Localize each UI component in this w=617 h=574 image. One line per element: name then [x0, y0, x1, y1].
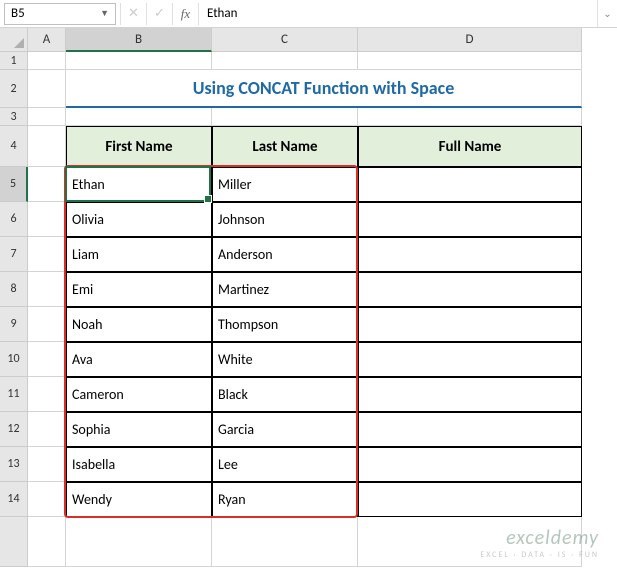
spreadsheet: A B C D 1 2 3 4 5 6 7 8 9 10 11 12 13 14 [0, 28, 617, 574]
name-box-dropdown-icon[interactable]: ▼ [100, 8, 109, 19]
cell-b15[interactable] [66, 517, 212, 567]
header-last-name[interactable]: Last Name [212, 126, 358, 167]
row-header-15[interactable] [0, 517, 28, 567]
cell-d9[interactable] [358, 307, 582, 342]
cell-d14[interactable] [358, 482, 582, 517]
cell-a14[interactable] [28, 482, 66, 517]
row-header-3[interactable]: 3 [0, 108, 28, 126]
name-box-value: B5 [11, 6, 100, 21]
cell-d3[interactable] [358, 108, 582, 126]
cell-b14[interactable]: Wendy [66, 482, 212, 517]
formula-input[interactable]: Ethan [198, 3, 597, 25]
cell-a15[interactable] [28, 517, 66, 567]
cell-d1[interactable] [358, 52, 582, 70]
enter-button: ✓ [146, 3, 172, 25]
formula-bar: B5 ▼ ✕ ✓ fx Ethan ⌄ [0, 0, 617, 28]
col-header-b[interactable]: B [66, 28, 212, 52]
cell-d5[interactable] [358, 167, 582, 202]
cell-d6[interactable] [358, 202, 582, 237]
row-header-14[interactable]: 14 [0, 482, 28, 517]
cell-c12[interactable]: Garcia [212, 412, 358, 447]
cell-b6[interactable]: Olivia [66, 202, 212, 237]
cell-a1[interactable] [28, 52, 66, 70]
cell-b3[interactable] [66, 108, 212, 126]
cell-b12[interactable]: Sophia [66, 412, 212, 447]
watermark-main: exceldemy [480, 526, 599, 550]
cell-a5[interactable] [28, 167, 66, 202]
cell-a2[interactable] [28, 70, 66, 108]
cell-a12[interactable] [28, 412, 66, 447]
cell-c15[interactable] [212, 517, 358, 567]
cell-a10[interactable] [28, 342, 66, 377]
cell-c5[interactable]: Miller [212, 167, 358, 202]
cell-d7[interactable] [358, 237, 582, 272]
col-header-a[interactable]: A [28, 28, 66, 52]
cell-c3[interactable] [212, 108, 358, 126]
cell-a3[interactable] [28, 108, 66, 126]
expand-formula-bar-icon[interactable]: ⌄ [597, 0, 617, 27]
cell-b1[interactable] [66, 52, 212, 70]
cell-d13[interactable] [358, 447, 582, 482]
header-full-name[interactable]: Full Name [358, 126, 582, 167]
title-cell[interactable]: Using CONCAT Function with Space [66, 70, 582, 108]
cell-b8[interactable]: Emi [66, 272, 212, 307]
cell-b13[interactable]: Isabella [66, 447, 212, 482]
row-header-4[interactable]: 4 [0, 126, 28, 167]
row-header-9[interactable]: 9 [0, 307, 28, 342]
cell-d12[interactable] [358, 412, 582, 447]
row-header-10[interactable]: 10 [0, 342, 28, 377]
cell-a13[interactable] [28, 447, 66, 482]
col-header-c[interactable]: C [212, 28, 358, 52]
row-header-11[interactable]: 11 [0, 377, 28, 412]
cell-b9[interactable]: Noah [66, 307, 212, 342]
col-header-d[interactable]: D [358, 28, 582, 52]
cell-d11[interactable] [358, 377, 582, 412]
watermark-sub: EXCEL · DATA · IS · FUN [480, 550, 599, 560]
cell-a8[interactable] [28, 272, 66, 307]
cell-c8[interactable]: Martinez [212, 272, 358, 307]
cell-a11[interactable] [28, 377, 66, 412]
cell-c14[interactable]: Ryan [212, 482, 358, 517]
name-box[interactable]: B5 ▼ [4, 3, 116, 25]
cancel-button: ✕ [120, 3, 146, 25]
row-header-5[interactable]: 5 [0, 167, 28, 202]
cell-d8[interactable] [358, 272, 582, 307]
cell-b7[interactable]: Liam [66, 237, 212, 272]
formula-text: Ethan [207, 6, 237, 21]
cell-b10[interactable]: Ava [66, 342, 212, 377]
cell-a4[interactable] [28, 126, 66, 167]
cell-c6[interactable]: Johnson [212, 202, 358, 237]
cell-c9[interactable]: Thompson [212, 307, 358, 342]
row-header-1[interactable]: 1 [0, 52, 28, 70]
cell-a9[interactable] [28, 307, 66, 342]
row-header-7[interactable]: 7 [0, 237, 28, 272]
row-header-2[interactable]: 2 [0, 70, 28, 108]
cell-c1[interactable] [212, 52, 358, 70]
row-header-8[interactable]: 8 [0, 272, 28, 307]
header-first-name[interactable]: First Name [66, 126, 212, 167]
row-header-12[interactable]: 12 [0, 412, 28, 447]
cell-b5[interactable]: Ethan [66, 167, 212, 202]
select-all-corner[interactable] [0, 28, 28, 52]
cell-d10[interactable] [358, 342, 582, 377]
row-header-6[interactable]: 6 [0, 202, 28, 237]
watermark: exceldemy EXCEL · DATA · IS · FUN [480, 526, 599, 560]
row-header-13[interactable]: 13 [0, 447, 28, 482]
cell-a7[interactable] [28, 237, 66, 272]
cell-c7[interactable]: Anderson [212, 237, 358, 272]
cell-c13[interactable]: Lee [212, 447, 358, 482]
cell-a6[interactable] [28, 202, 66, 237]
insert-function-button[interactable]: fx [172, 3, 198, 25]
fx-icon: fx [181, 6, 190, 22]
cell-b11[interactable]: Cameron [66, 377, 212, 412]
cell-c10[interactable]: White [212, 342, 358, 377]
cell-c11[interactable]: Black [212, 377, 358, 412]
